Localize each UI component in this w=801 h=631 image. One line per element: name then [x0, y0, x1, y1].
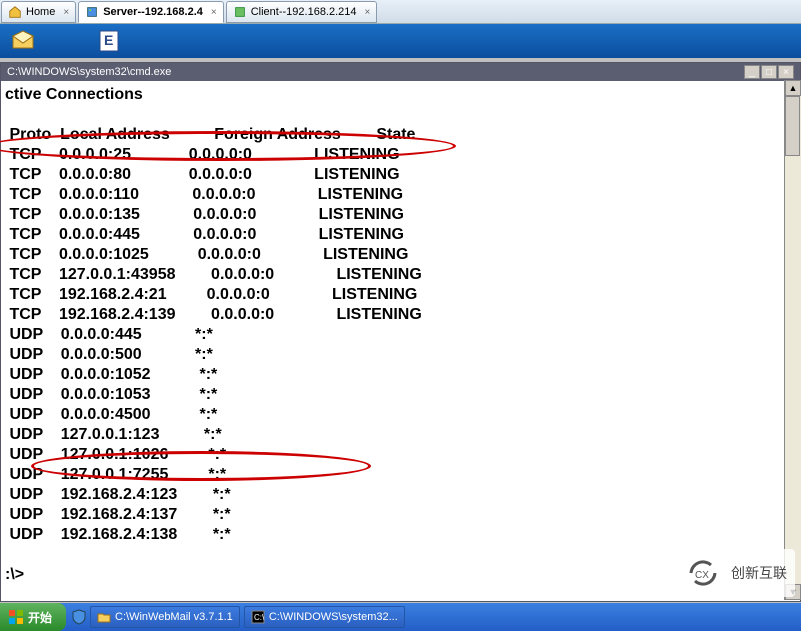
quick-launch: [70, 608, 88, 626]
editor-icon[interactable]: E: [96, 28, 122, 54]
server-icon: [85, 5, 99, 19]
maximize-button[interactable]: □: [761, 65, 777, 79]
window-title: C:\WINDOWS\system32\cmd.exe: [7, 66, 171, 78]
table-row: TCP 0.0.0.0:135 0.0.0.0:0 LISTENING: [5, 205, 800, 225]
table-row: TCP 0.0.0.0:1025 0.0.0.0:0 LISTENING: [5, 245, 800, 265]
windows-icon: [8, 609, 24, 625]
window-title-bar[interactable]: C:\WINDOWS\system32\cmd.exe _ □ ×: [1, 63, 800, 81]
minimize-button[interactable]: _: [744, 65, 760, 79]
task-label: C:\WINDOWS\system32...: [269, 611, 398, 623]
table-row: UDP 192.168.2.4:138 *:*: [5, 525, 800, 545]
tab-client[interactable]: Client--192.168.2.214 ×: [226, 1, 378, 23]
table-row: UDP 0.0.0.0:500 *:*: [5, 345, 800, 365]
console-header: ctive Connections: [5, 85, 800, 105]
tab-label: Home: [26, 6, 55, 18]
table-row: UDP 0.0.0.0:4500 *:*: [5, 405, 800, 425]
client-icon: [233, 5, 247, 19]
scroll-thumb[interactable]: [785, 96, 800, 156]
logo-icon: CX: [683, 553, 723, 593]
tab-server[interactable]: Server--192.168.2.4 ×: [78, 1, 224, 23]
task-label: C:\WinWebMail v3.7.1.1: [115, 611, 233, 623]
table-row: UDP 0.0.0.0:1052 *:*: [5, 365, 800, 385]
table-row: UDP 0.0.0.0:1053 *:*: [5, 385, 800, 405]
close-icon[interactable]: ×: [63, 7, 69, 18]
tab-home[interactable]: Home ×: [1, 1, 76, 23]
table-row: UDP 127.0.0.1:123 *:*: [5, 425, 800, 445]
table-row: TCP 0.0.0.0:80 0.0.0.0:0 LISTENING: [5, 165, 800, 185]
table-row: TCP 0.0.0.0:110 0.0.0.0:0 LISTENING: [5, 185, 800, 205]
svg-text:CX: CX: [695, 570, 709, 581]
cmd-window: C:\WINDOWS\system32\cmd.exe _ □ × ctive …: [0, 62, 801, 602]
scrollbar[interactable]: ▲ ▼: [784, 80, 801, 600]
toolbar: E: [0, 24, 801, 58]
column-headers: Proto Local Address Foreign Address Stat…: [5, 125, 800, 145]
folder-icon: [97, 610, 111, 624]
close-icon[interactable]: ×: [365, 7, 371, 18]
start-button[interactable]: 开始: [0, 603, 66, 631]
table-row: UDP 0.0.0.0:445 *:*: [5, 325, 800, 345]
watermark-logo: CX 创新互联: [675, 549, 795, 597]
tab-label: Server--192.168.2.4: [103, 6, 203, 18]
table-row: TCP 192.168.2.4:21 0.0.0.0:0 LISTENING: [5, 285, 800, 305]
close-button[interactable]: ×: [778, 65, 794, 79]
table-row: UDP 192.168.2.4:123 *:*: [5, 485, 800, 505]
tab-label: Client--192.168.2.214: [251, 6, 357, 18]
mail-icon[interactable]: [10, 28, 36, 54]
cmd-icon: C:\: [251, 610, 265, 624]
table-row: UDP 192.168.2.4:137 *:*: [5, 505, 800, 525]
start-label: 开始: [28, 609, 52, 626]
table-row: TCP 192.168.2.4:139 0.0.0.0:0 LISTENING: [5, 305, 800, 325]
table-row: TCP 0.0.0.0:445 0.0.0.0:0 LISTENING: [5, 225, 800, 245]
table-row: TCP 127.0.0.1:43958 0.0.0.0:0 LISTENING: [5, 265, 800, 285]
svg-text:E: E: [104, 32, 113, 48]
svg-text:C:\: C:\: [254, 613, 265, 622]
shield-icon[interactable]: [70, 608, 88, 626]
task-item[interactable]: C:\ C:\WINDOWS\system32...: [244, 606, 405, 628]
console-output[interactable]: ctive Connections Proto Local Address Fo…: [1, 81, 800, 599]
task-item[interactable]: C:\WinWebMail v3.7.1.1: [90, 606, 240, 628]
scroll-up-button[interactable]: ▲: [785, 80, 801, 96]
tab-bar: Home × Server--192.168.2.4 × Client--192…: [0, 0, 801, 24]
table-row: UDP 127.0.0.1:1026 *:*: [5, 445, 800, 465]
table-row: TCP 0.0.0.0:25 0.0.0.0:0 LISTENING: [5, 145, 800, 165]
table-row: UDP 127.0.0.1:7255 *:*: [5, 465, 800, 485]
home-icon: [8, 5, 22, 19]
close-icon[interactable]: ×: [211, 7, 217, 18]
logo-text: 创新互联: [731, 563, 787, 583]
taskbar: 开始 C:\WinWebMail v3.7.1.1 C:\ C:\WINDOWS…: [0, 603, 801, 631]
